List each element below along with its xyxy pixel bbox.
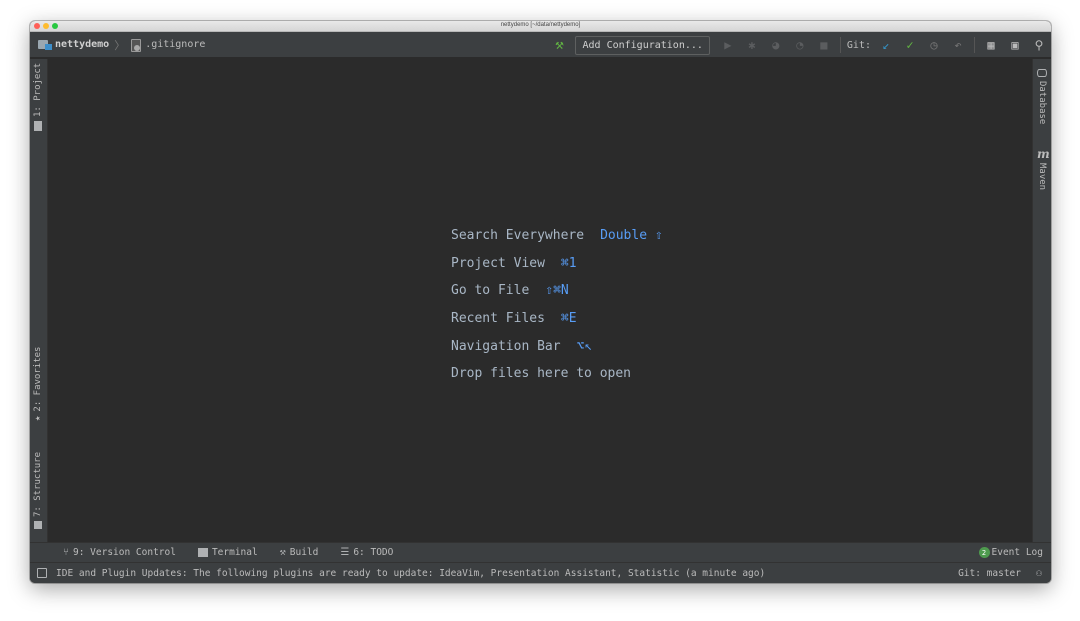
tab-favorites[interactable]: ★ 2: Favorites (33, 347, 43, 421)
hint-drop-files: Drop files here to open (451, 360, 663, 388)
tab-project[interactable]: 1: Project (33, 63, 43, 131)
hint-label: Navigation Bar (451, 338, 561, 354)
terminal-icon (197, 548, 208, 557)
hint-label: Drop files here to open (451, 366, 632, 382)
hint-shortcut: ⌘1 (560, 255, 577, 271)
hint-label: Go to File (451, 283, 530, 299)
tab-event-log-label: Event Log (991, 547, 1043, 558)
folder-icon (34, 121, 42, 131)
tab-todo-label: 6: TODO (353, 547, 394, 558)
git-update-icon[interactable]: ↙ (876, 35, 896, 55)
breadcrumb-project[interactable]: nettydemo (55, 39, 109, 50)
hint-shortcut: Double ⇧ (600, 228, 663, 244)
right-tool-stripe: Database m Maven (1032, 59, 1051, 542)
hammer-icon[interactable]: ⚒ (549, 35, 569, 55)
toolbar-separator (974, 37, 975, 53)
ide-window: nettydemo [~/data/nettydemo] nettydemo 〉… (30, 21, 1051, 583)
tab-build-label: Build (289, 547, 319, 558)
window-title: nettydemo [~/data/nettydemo] (500, 22, 581, 28)
git-commit-icon[interactable]: ✓ (900, 35, 920, 55)
git-label: Git: (846, 39, 871, 51)
tab-maven[interactable]: Maven (1037, 163, 1047, 190)
version-control-icon: ⑂ (63, 547, 69, 558)
stop-icon[interactable]: ■ (814, 35, 834, 55)
build-hammer-icon: ⚒ (279, 547, 286, 558)
hint-project-view: Project View ⌘1 (451, 250, 663, 278)
editor-area[interactable]: Search Everywhere Double ⇧ Project View … (49, 59, 1032, 542)
tab-build[interactable]: ⚒ Build (280, 547, 319, 558)
empty-editor-hints: Search Everywhere Double ⇧ Project View … (451, 222, 663, 388)
breadcrumb: nettydemo 〉 .gitignore (30, 37, 205, 53)
debug-icon[interactable]: ✱ (742, 35, 762, 55)
title-bar: nettydemo [~/data/nettydemo] (30, 21, 1051, 32)
project-folder-icon (38, 39, 52, 50)
git-branch-widget[interactable]: Git: master (958, 568, 1021, 579)
tool-window-bar: ⑂ 9: Version Control Terminal ⚒ Build ☰ … (30, 542, 1051, 562)
main-toolbar: ⚒ Add Configuration... ▶ ✱ ◕ ◔ ■ Git: ↙ … (547, 32, 1051, 58)
tab-todo[interactable]: ☰ 6: TODO (340, 547, 393, 558)
coverage-icon[interactable]: ◕ (766, 35, 786, 55)
tab-version-control-label: 9: Version Control (73, 547, 176, 558)
layout-icon[interactable]: ▣ (1005, 35, 1025, 55)
tab-favorites-label: 2: Favorites (33, 346, 43, 412)
status-message[interactable]: IDE and Plugin Updates: The following pl… (56, 568, 765, 579)
tab-structure[interactable]: 7: Structure (33, 452, 43, 529)
todo-list-icon: ☰ (340, 547, 350, 558)
tab-structure-label: 7: Structure (33, 451, 43, 517)
tab-database-label: Database (1037, 81, 1047, 125)
hint-label: Project View (451, 255, 545, 271)
hint-navigation-bar: Navigation Bar ⌥↖ (451, 332, 663, 360)
tab-event-log[interactable]: 2 Event Log (978, 547, 1043, 558)
hint-shortcut: ⌘E (560, 311, 577, 327)
event-count-badge: 2 (978, 547, 990, 558)
star-icon: ★ (33, 415, 43, 421)
hint-go-to-file: Go to File ⇧⌘N (451, 277, 663, 305)
maven-icon: m (1037, 147, 1050, 161)
hint-shortcut: ⌥↖ (576, 338, 593, 354)
tab-terminal[interactable]: Terminal (197, 547, 258, 558)
hector-icon[interactable]: ⚇ (1036, 568, 1042, 579)
project-structure-icon[interactable]: ▦ (981, 35, 1001, 55)
status-bar: IDE and Plugin Updates: The following pl… (30, 562, 1051, 583)
tab-database[interactable]: Database (1037, 69, 1047, 124)
tab-project-label: 1: Project (33, 62, 43, 117)
tab-terminal-label: Terminal (211, 547, 258, 558)
database-icon (1037, 69, 1047, 77)
navigation-bar: nettydemo 〉 .gitignore ⚒ Add Configurati… (30, 32, 1051, 58)
search-icon[interactable]: ⚲ (1029, 35, 1049, 55)
left-tool-stripe: 1: Project ★ 2: Favorites 7: Structure (30, 59, 48, 542)
hint-recent-files: Recent Files ⌘E (451, 305, 663, 333)
tab-maven-label: Maven (1037, 163, 1047, 191)
history-icon[interactable]: ◷ (924, 35, 944, 55)
run-icon[interactable]: ▶ (718, 35, 738, 55)
breadcrumb-file[interactable]: .gitignore (145, 39, 205, 50)
toggle-tool-windows-icon[interactable] (37, 568, 47, 578)
structure-icon (34, 521, 42, 529)
hint-shortcut: ⇧⌘N (545, 283, 569, 299)
breadcrumb-separator: 〉 (114, 38, 126, 52)
hint-label: Search Everywhere (451, 228, 585, 244)
rollback-icon[interactable]: ↶ (948, 35, 968, 55)
profile-icon[interactable]: ◔ (790, 35, 810, 55)
toolbar-separator (839, 37, 841, 53)
tab-version-control[interactable]: ⑂ 9: Version Control (63, 547, 176, 558)
add-configuration-button[interactable]: Add Configuration... (575, 35, 710, 55)
gitignore-file-icon (130, 38, 142, 52)
hint-search-everywhere: Search Everywhere Double ⇧ (451, 222, 663, 250)
hint-label: Recent Files (451, 311, 545, 327)
